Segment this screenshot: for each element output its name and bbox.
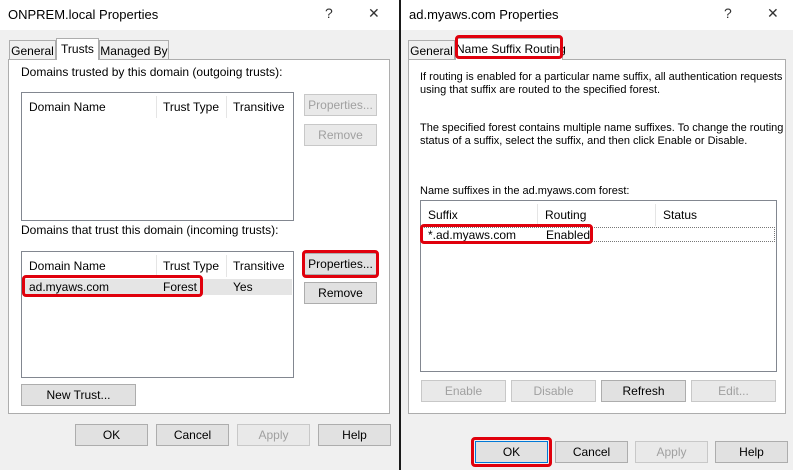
apply-button[interactable]: Apply xyxy=(635,441,708,463)
help-icon[interactable]: ? xyxy=(724,5,732,21)
suffix-list-label: Name suffixes in the ad.myaws.com forest… xyxy=(420,185,630,197)
dialog-title: ad.myaws.com Properties xyxy=(409,7,559,22)
incoming-remove-button[interactable]: Remove xyxy=(304,282,377,304)
new-trust-button[interactable]: New Trust... xyxy=(21,384,136,406)
incoming-trusts-list[interactable]: Domain Name Trust Type Transitive ad.mya… xyxy=(21,251,294,378)
refresh-button[interactable]: Refresh xyxy=(601,380,686,402)
dialog-title: ONPREM.local Properties xyxy=(8,7,159,22)
incoming-trusts-label: Domains that trust this domain (incoming… xyxy=(21,223,279,237)
column-divider xyxy=(537,204,538,226)
column-header-routing[interactable]: Routing xyxy=(545,208,586,222)
column-divider xyxy=(226,96,227,118)
enable-button[interactable]: Enable xyxy=(421,380,506,402)
tab-trusts[interactable]: Trusts xyxy=(56,38,99,60)
column-divider xyxy=(156,255,157,277)
column-header-transitive[interactable]: Transitive xyxy=(233,100,285,114)
help-button[interactable]: Help xyxy=(715,441,788,463)
highlight-trust-row xyxy=(22,275,203,297)
routing-description-line: If routing is enabled for a particular n… xyxy=(420,71,783,83)
column-header-transitive[interactable]: Transitive xyxy=(233,259,285,273)
column-header-trust-type[interactable]: Trust Type xyxy=(163,100,219,114)
help-button[interactable]: Help xyxy=(318,424,391,446)
highlight-suffix-row xyxy=(420,224,593,244)
title-bar: ad.myaws.com Properties ? ✕ xyxy=(401,0,793,30)
suffix-description-line: status of a suffix, select the suffix, a… xyxy=(420,135,748,147)
apply-button[interactable]: Apply xyxy=(237,424,310,446)
column-header-domain-name[interactable]: Domain Name xyxy=(29,259,106,273)
outgoing-trusts-label: Domains trusted by this domain (outgoing… xyxy=(21,65,283,79)
tab-general[interactable]: General xyxy=(9,40,56,60)
help-icon[interactable]: ? xyxy=(325,5,333,21)
cancel-button[interactable]: Cancel xyxy=(156,424,229,446)
tab-general[interactable]: General xyxy=(408,40,455,60)
outgoing-trusts-list[interactable]: Domain Name Trust Type Transitive xyxy=(21,92,294,221)
close-icon[interactable]: ✕ xyxy=(767,5,779,22)
onprem-properties-dialog: ONPREM.local Properties ? ✕ General Trus… xyxy=(0,0,399,470)
disable-button[interactable]: Disable xyxy=(511,380,596,402)
ad-myaws-properties-dialog: ad.myaws.com Properties ? ✕ General Name… xyxy=(401,0,793,470)
column-header-status[interactable]: Status xyxy=(663,208,697,222)
column-header-trust-type[interactable]: Trust Type xyxy=(163,259,219,273)
suffix-description-line: The specified forest contains multiple n… xyxy=(420,122,784,134)
highlight-ok-button xyxy=(471,437,552,467)
trust-transitive-value: Yes xyxy=(233,280,253,294)
edit-button[interactable]: Edit... xyxy=(691,380,776,402)
title-bar: ONPREM.local Properties ? ✕ xyxy=(0,0,399,30)
outgoing-properties-button[interactable]: Properties... xyxy=(304,94,377,116)
close-icon[interactable]: ✕ xyxy=(368,5,380,22)
routing-description-line: using that suffix are routed to the spec… xyxy=(420,84,661,96)
column-divider xyxy=(655,204,656,226)
ok-button[interactable]: OK xyxy=(75,424,148,446)
column-header-suffix[interactable]: Suffix xyxy=(428,208,458,222)
cancel-button[interactable]: Cancel xyxy=(555,441,628,463)
tab-managed-by[interactable]: Managed By xyxy=(99,40,169,60)
column-header-domain-name[interactable]: Domain Name xyxy=(29,100,106,114)
highlight-properties-button xyxy=(302,250,379,278)
highlight-tab xyxy=(455,35,563,59)
column-divider xyxy=(226,255,227,277)
outgoing-remove-button[interactable]: Remove xyxy=(304,124,377,146)
column-divider xyxy=(156,96,157,118)
